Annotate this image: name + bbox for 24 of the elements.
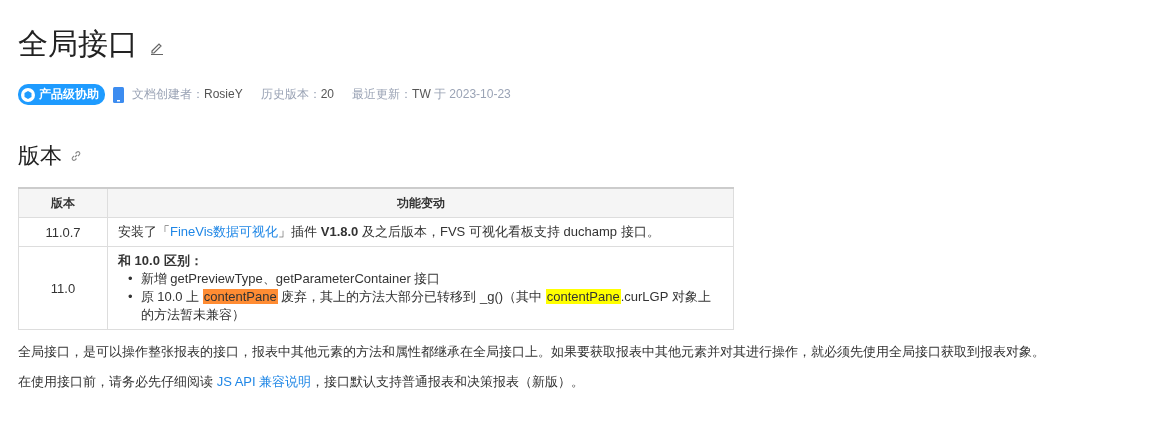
- table-cell: 11.0.7: [18, 217, 108, 247]
- link-icon[interactable]: [70, 150, 82, 162]
- paragraph: 在使用接口前，请务必先仔细阅读 JS API 兼容说明，接口默认支持普通报表和决策报表（新版）。: [18, 374, 586, 390]
- meta-info: 文档创建者：RosieY: [132, 86, 243, 103]
- bullet-mark: •: [128, 270, 133, 288]
- pencil-icon[interactable]: [150, 41, 164, 55]
- table-cell: 11.0: [18, 246, 108, 330]
- tablet-icon: [113, 86, 124, 103]
- meta-info: 最近更新：TW 于 2023-10-23: [352, 86, 511, 103]
- column-header: 版本: [18, 188, 108, 218]
- column-header: 功能变动: [107, 188, 734, 218]
- paragraph: 全局接口，是可以操作整张报表的接口，报表中其他元素的方法和属性都继承在全局接口上。如果要获取报表中其他元素并对其进行操作，就必须先使用全局接口获取到报表对象。: [18, 344, 1046, 360]
- page-title: 全局接口: [18, 25, 138, 62]
- plugin-link[interactable]: FineVis数据可视化: [170, 224, 279, 239]
- bullet-mark: •: [128, 288, 133, 306]
- cube-icon: [21, 87, 35, 102]
- doc-link[interactable]: JS API 兼容说明: [216, 374, 312, 389]
- change-text: 安装了「FineVis数据可视化」插件 V1.8.0 及之后版本，FVS 可视化看板支持 duchamp 接口。: [118, 224, 660, 239]
- change-heading: 和 10.0 区别：: [118, 252, 204, 270]
- badge: 产品级协助: [18, 84, 105, 105]
- change-item: 新增 getPreviewType、getParameterContainer 接口: [140, 270, 441, 288]
- section-title: 版本: [18, 142, 62, 170]
- meta-info: 历史版本：20: [260, 86, 335, 103]
- change-item: 原 10.0 上 contentPane 废弃，其上的方法大部分已转移到 _g()（其中 contentPane.curLGP 对象上的方法暂未兼容）: [140, 288, 712, 324]
